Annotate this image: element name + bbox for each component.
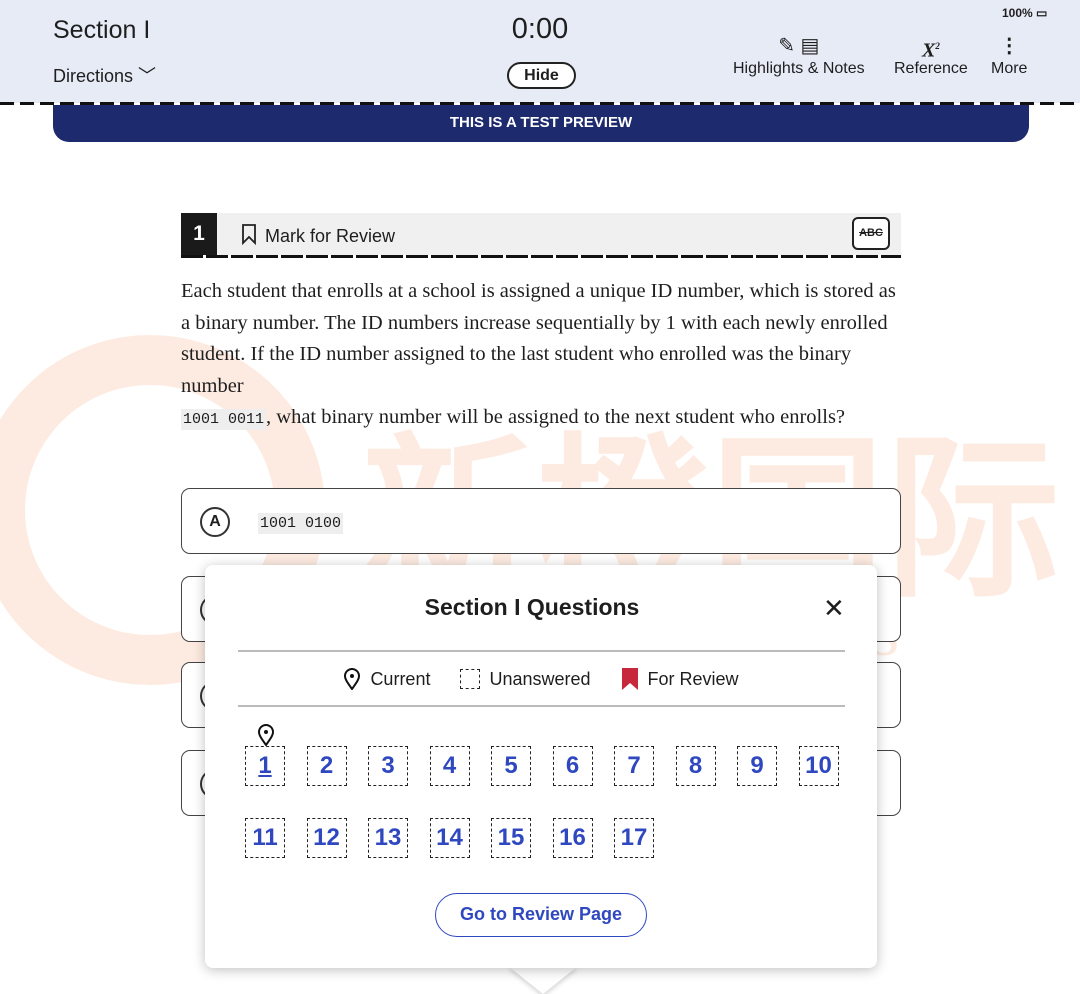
legend-current: Current (370, 668, 431, 689)
battery-percent: 100% (1002, 6, 1033, 20)
question-nav-17[interactable]: 17 (614, 818, 654, 858)
directions-label: Directions (53, 66, 134, 86)
tool-label: Highlights & Notes (733, 60, 865, 77)
question-text-end: , what binary number will be assigned to… (266, 406, 846, 428)
tool-label: More (991, 60, 1028, 77)
location-pin-icon (344, 668, 361, 690)
review-flag-icon (621, 668, 638, 690)
top-bar: Section I Directions ﹀ 0:00 Hide 100% ▭ … (0, 0, 1080, 103)
question-navigator-popup: Section I Questions ✕ Current Unanswered… (205, 565, 877, 968)
current-location-pin-icon (257, 724, 275, 746)
reference-button[interactable]: X2 Reference (894, 32, 968, 78)
question-text-start: Each student that enrolls at a school is… (181, 280, 896, 397)
question-number: 1 (181, 213, 217, 255)
directions-button[interactable]: Directions ﹀ (53, 62, 156, 88)
question-nav-15[interactable]: 15 (491, 818, 531, 858)
close-icon[interactable]: ✕ (823, 595, 845, 621)
highlighter-notes-icon: ✎ ▤ (778, 35, 820, 57)
popup-title: Section I Questions (424, 594, 640, 620)
question-nav-8[interactable]: 8 (675, 746, 716, 786)
mark-for-review-button[interactable]: Mark for Review (241, 223, 395, 250)
answer-eliminator-button[interactable]: ABC (852, 217, 890, 250)
question-header: 1 Mark for Review ABC (181, 213, 901, 258)
option-value: 1001 0100 (258, 513, 344, 534)
hide-timer-button[interactable]: Hide (507, 62, 576, 89)
question-nav-12[interactable]: 12 (306, 818, 347, 858)
question-nav-6[interactable]: 6 (552, 746, 593, 786)
x-squared-icon: X2 (921, 39, 940, 62)
legend-unanswered: Unanswered (489, 668, 591, 689)
question-nav-5[interactable]: 5 (491, 746, 531, 786)
battery-icon: ▭ (1036, 6, 1048, 20)
option-letter: A (200, 507, 230, 537)
tool-label: Reference (894, 60, 968, 77)
question-nav-2[interactable]: 2 (306, 746, 347, 786)
legend-review: For Review (647, 668, 739, 689)
highlights-notes-button[interactable]: ✎ ▤ Highlights & Notes (733, 32, 865, 78)
question-nav-1[interactable]: 1 (245, 746, 285, 786)
question-nav-10[interactable]: 10 (798, 746, 839, 786)
question-text: Each student that enrolls at a school is… (181, 276, 905, 436)
chevron-down-icon: ﹀ (138, 66, 157, 86)
vertical-dots-icon: ⋮ (999, 35, 1020, 57)
go-to-review-page-button[interactable]: Go to Review Page (435, 893, 647, 937)
battery-status: 100% ▭ (1002, 6, 1047, 20)
test-preview-banner: THIS IS A TEST PREVIEW (53, 105, 1029, 142)
divider (238, 705, 845, 707)
binary-code: 1001 0011 (181, 409, 267, 430)
question-nav-13[interactable]: 13 (368, 818, 408, 858)
legend: Current Unanswered For Review (205, 668, 877, 690)
question-nav-4[interactable]: 4 (429, 746, 470, 786)
option-a[interactable]: A 1001 0100 (181, 488, 901, 554)
question-nav-9[interactable]: 9 (737, 746, 777, 786)
question-nav-14[interactable]: 14 (429, 818, 470, 858)
question-nav-11[interactable]: 11 (245, 818, 285, 858)
question-nav-7[interactable]: 7 (614, 746, 654, 786)
mark-label: Mark for Review (265, 226, 396, 246)
popup-pointer (508, 966, 578, 994)
bookmark-icon (241, 223, 257, 250)
divider (238, 650, 845, 652)
question-nav-3[interactable]: 3 (368, 746, 408, 786)
more-button[interactable]: ⋮ More (991, 32, 1027, 78)
unanswered-icon (460, 669, 481, 689)
question-nav-16[interactable]: 16 (552, 818, 593, 858)
